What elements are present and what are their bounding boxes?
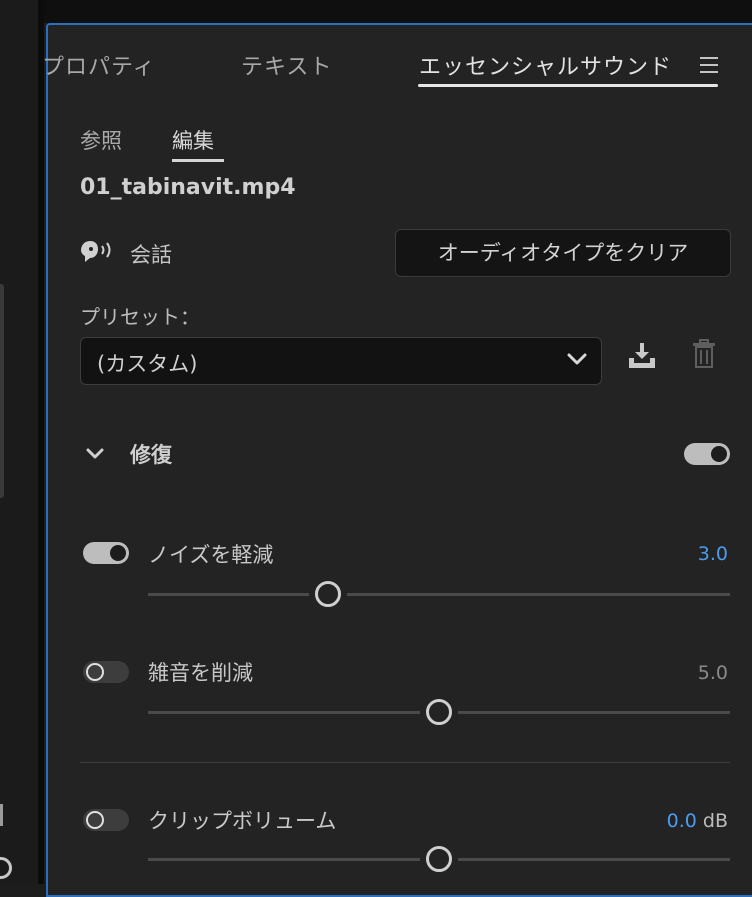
clip-volume-number[interactable]: 0.0 — [667, 810, 697, 832]
repair-toggle[interactable] — [684, 443, 730, 465]
trash-icon[interactable] — [692, 339, 716, 369]
panel-divider[interactable] — [38, 0, 44, 884]
reduce-rumble-toggle[interactable] — [83, 661, 129, 683]
reduce-rumble-value[interactable]: 5.0 — [698, 662, 728, 684]
active-subtab-indicator — [172, 159, 224, 162]
preset-dropdown[interactable]: (カスタム) — [80, 337, 602, 385]
hamburger-menu-icon[interactable] — [700, 57, 718, 73]
repair-section-title: 修復 — [130, 443, 172, 467]
slider-thumb[interactable] — [426, 846, 452, 872]
reduce-noise-label: ノイズを軽減 — [148, 543, 274, 567]
reduce-noise-slider[interactable] — [148, 580, 730, 610]
essential-sound-panel: プロパティ テキスト エッセンシャルサウンド 参照 編集 01_tabinavi… — [42, 23, 752, 897]
panel-tabs: プロパティ テキスト エッセンシャルサウンド — [42, 25, 752, 93]
preset-label: プリセット： — [80, 305, 200, 329]
preset-value: (カスタム) — [97, 352, 198, 376]
adjacent-panel-marker — [0, 804, 3, 826]
clip-volume-slider[interactable] — [148, 845, 730, 875]
slider-thumb[interactable] — [426, 699, 452, 725]
clip-volume-label: クリップボリューム — [148, 809, 337, 833]
clip-volume-unit: dB — [702, 810, 728, 832]
adjacent-panel-slider-thumb[interactable] — [0, 857, 12, 879]
subtab-browse[interactable]: 参照 — [80, 125, 122, 155]
slider-thumb[interactable] — [315, 581, 342, 607]
subtab-edit[interactable]: 編集 — [172, 125, 214, 155]
chevron-down-icon — [567, 353, 587, 365]
reduce-rumble-slider[interactable] — [148, 698, 730, 728]
tab-essential-sound[interactable]: エッセンシャルサウンド — [419, 49, 672, 81]
top-bar — [44, 0, 752, 23]
active-tab-indicator — [418, 84, 718, 87]
dialogue-icon — [81, 241, 111, 262]
audio-type-label: 会話 — [130, 243, 172, 267]
clip-volume-value[interactable]: 0.0 dB — [667, 810, 728, 832]
tab-properties[interactable]: プロパティ — [42, 49, 156, 81]
reduce-noise-toggle[interactable] — [83, 542, 129, 564]
repair-section-header: 修復 — [84, 437, 734, 473]
chevron-down-icon[interactable] — [86, 447, 104, 461]
clip-filename: 01_tabinavit.mp4 — [80, 175, 296, 200]
save-preset-icon[interactable] — [626, 341, 658, 371]
audio-type-row: 会話 オーディオタイプをクリア — [80, 229, 731, 279]
reduce-rumble-label: 雑音を削減 — [148, 661, 253, 685]
clip-volume-toggle[interactable] — [83, 809, 129, 831]
adjacent-panel — [0, 0, 38, 884]
tab-text[interactable]: テキスト — [241, 49, 332, 81]
reduce-noise-value[interactable]: 3.0 — [698, 543, 728, 565]
clear-audio-type-button[interactable]: オーディオタイプをクリア — [395, 229, 731, 277]
section-separator — [80, 762, 730, 763]
adjacent-panel-scrollbar[interactable] — [0, 284, 4, 498]
